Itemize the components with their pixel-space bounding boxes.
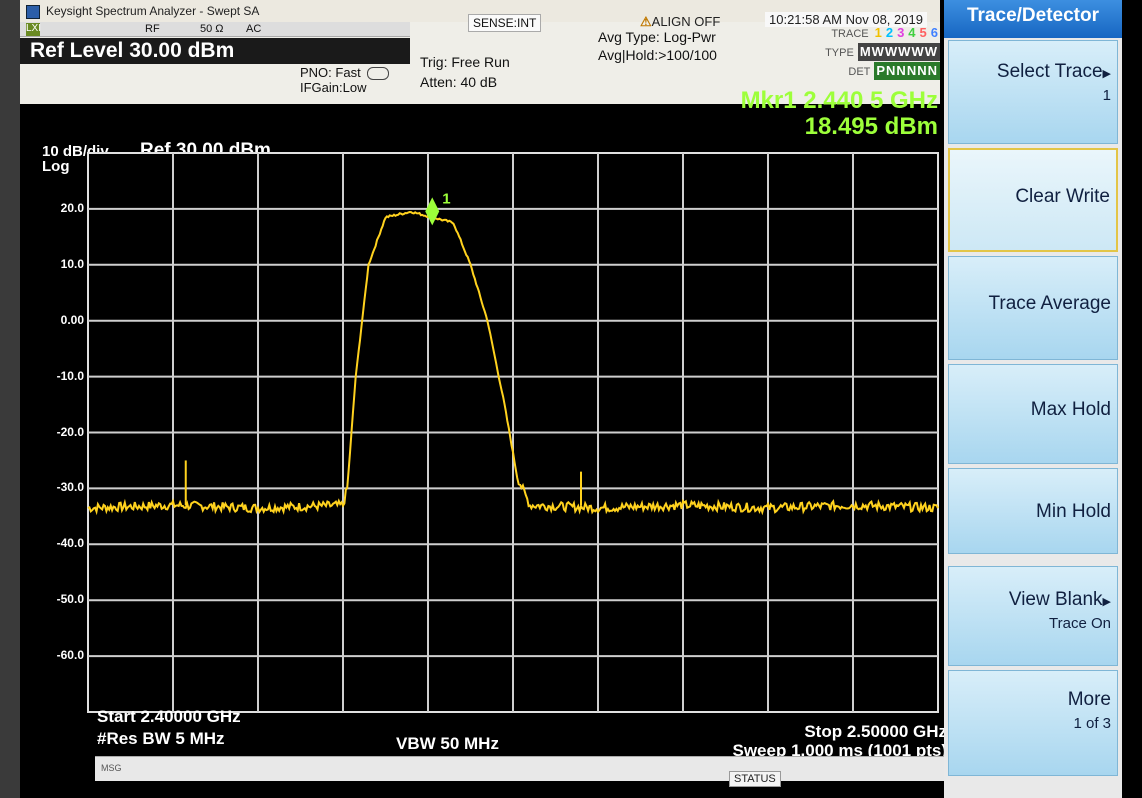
- min-hold-button[interactable]: Min Hold: [948, 468, 1118, 554]
- view-blank-value: Trace On: [1049, 615, 1111, 632]
- message-bar: MSG STATUS: [95, 756, 955, 787]
- y-tick-label: 20.0: [60, 200, 84, 215]
- max-hold-label: Max Hold: [1030, 399, 1111, 420]
- y-tick-label: -10.0: [56, 368, 84, 383]
- y-tick-label: -60.0: [56, 648, 84, 663]
- y-tick-label: 10.0: [60, 256, 84, 271]
- more-page-indicator: 1 of 3: [1073, 715, 1111, 732]
- marker-label: 1: [442, 190, 450, 207]
- softkey-menu-title: Trace/Detector: [944, 0, 1122, 38]
- clear-write-label: Clear Write: [1015, 186, 1110, 207]
- msg-label: MSG: [101, 763, 122, 773]
- more-button[interactable]: More 1 of 3: [948, 670, 1118, 776]
- y-tick-label: -20.0: [56, 424, 84, 439]
- clear-write-button[interactable]: Clear Write: [948, 148, 1118, 252]
- max-hold-button[interactable]: Max Hold: [948, 364, 1118, 464]
- res-bw: #Res BW 5 MHz: [97, 729, 225, 748]
- y-tick-label: -30.0: [56, 480, 84, 495]
- start-frequency: Start 2.40000 GHz: [97, 707, 241, 726]
- y-tick-label: 0.00: [60, 312, 84, 327]
- trace-average-label: Trace Average: [988, 293, 1111, 314]
- submenu-arrow-icon: ▶: [1102, 596, 1111, 608]
- select-trace-label: Select Trace: [996, 61, 1103, 82]
- select-trace-button[interactable]: Select Trace▶ 1: [948, 40, 1118, 144]
- trace-average-button[interactable]: Trace Average: [948, 256, 1118, 360]
- y-tick-label: -50.0: [56, 592, 84, 607]
- status-label[interactable]: STATUS: [729, 771, 781, 787]
- view-blank-button[interactable]: View Blank▶ Trace On: [948, 566, 1118, 666]
- submenu-arrow-icon: ▶: [1102, 68, 1111, 80]
- stop-frequency: Stop 2.50000 GHz: [804, 722, 947, 741]
- vbw: VBW 50 MHz: [396, 734, 499, 753]
- softkey-panel: Trace/Detector Select Trace▶ 1 Clear Wri…: [944, 0, 1122, 798]
- select-trace-value: 1: [1102, 87, 1111, 104]
- more-label: More: [1067, 689, 1111, 710]
- y-tick-label: -40.0: [56, 536, 84, 551]
- view-blank-label: View Blank: [1008, 589, 1103, 610]
- min-hold-label: Min Hold: [1036, 501, 1111, 522]
